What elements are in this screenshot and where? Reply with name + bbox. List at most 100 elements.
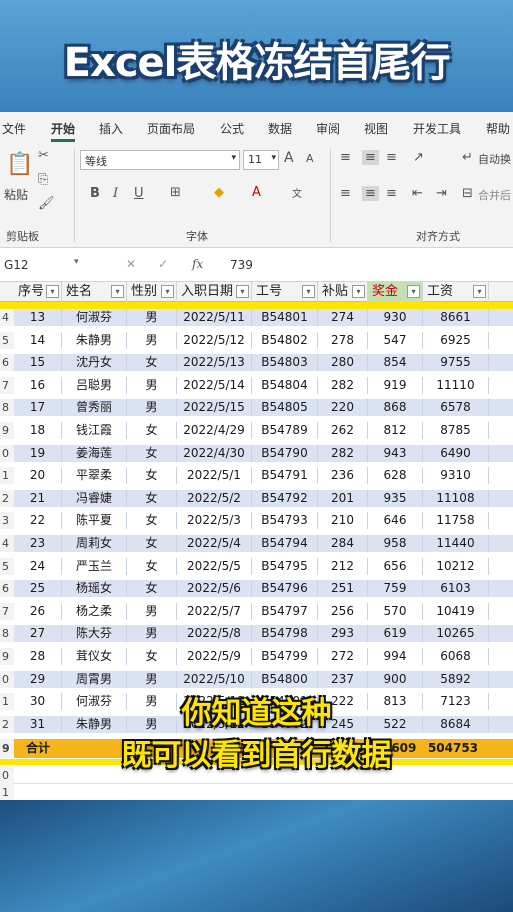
table-cell[interactable]: 943 (368, 444, 423, 462)
row-number[interactable]: 6 (0, 580, 14, 598)
table-cell[interactable]: 女 (127, 354, 177, 372)
align-top-icon[interactable]: ≡ (340, 150, 351, 165)
row-number[interactable]: 1 (0, 784, 14, 801)
table-cell[interactable]: 27 (14, 625, 62, 643)
table-cell[interactable]: 8785 (423, 422, 489, 439)
table-cell[interactable]: 23 (14, 535, 62, 552)
name-box[interactable]: G12 (4, 258, 29, 272)
fill-color-icon[interactable]: ◆ (214, 185, 224, 200)
table-cell[interactable]: 男 (127, 331, 177, 349)
table-cell[interactable]: 女 (127, 512, 177, 530)
copy-icon[interactable]: ⎘ (38, 172, 48, 187)
table-cell[interactable]: 男 (127, 602, 177, 620)
decrease-font-icon[interactable]: A (306, 152, 314, 165)
table-cell[interactable]: 282 (318, 376, 368, 394)
table-cell[interactable]: 930 (368, 309, 423, 326)
table-cell[interactable]: 994 (368, 648, 423, 665)
row-number[interactable]: 5 (0, 557, 14, 575)
table-cell[interactable]: 201 (318, 489, 368, 507)
table-cell[interactable]: 杨瑶女 (62, 580, 127, 598)
table-cell[interactable]: 958 (368, 535, 423, 552)
menu-insert[interactable]: 插入 (99, 120, 123, 137)
table-cell[interactable]: 女 (127, 467, 177, 485)
menu-formulas[interactable]: 公式 (220, 120, 244, 137)
table-cell[interactable]: 男 (127, 309, 177, 326)
chevron-down-icon[interactable]: ▾ (74, 257, 79, 267)
filter-dropdown-icon[interactable]: ▾ (236, 285, 249, 298)
row-number[interactable]: 0 (0, 670, 14, 688)
cut-icon[interactable]: ✂ (38, 148, 49, 163)
menu-home[interactable]: 开始 (51, 120, 75, 137)
column-header[interactable]: 姓名 ▾ (62, 282, 127, 302)
table-cell[interactable]: 570 (368, 602, 423, 620)
table-cell[interactable]: B54800 (252, 670, 318, 688)
table-cell[interactable]: 19 (14, 444, 62, 462)
increase-indent-icon[interactable]: ⇥ (436, 186, 447, 201)
table-cell[interactable]: B54804 (252, 376, 318, 394)
bold-button[interactable]: B (90, 186, 100, 201)
table-cell[interactable]: 20 (14, 467, 62, 485)
row-number[interactable]: 7 (0, 376, 14, 394)
column-header[interactable]: 序号 ▾ (14, 282, 62, 302)
filter-dropdown-icon[interactable]: ▾ (302, 285, 315, 298)
row-number[interactable]: 1 (0, 467, 14, 485)
table-cell[interactable]: 2022/5/6 (177, 580, 252, 598)
row-number[interactable]: 0 (0, 444, 14, 462)
table-cell[interactable]: 8661 (423, 309, 489, 326)
table-cell[interactable]: 262 (318, 422, 368, 439)
column-header[interactable]: 工号 ▾ (252, 282, 318, 302)
table-cell[interactable]: 11110 (423, 376, 489, 394)
table-cell[interactable]: 6068 (423, 648, 489, 665)
cancel-icon[interactable]: ✕ (126, 257, 136, 271)
column-header[interactable]: 性别 ▾ (127, 282, 177, 302)
table-cell[interactable]: B54796 (252, 580, 318, 598)
italic-button[interactable]: I (113, 186, 118, 201)
table-cell[interactable]: 周霄男 (62, 670, 127, 688)
orientation-icon[interactable]: ↗ (413, 150, 424, 165)
table-cell[interactable]: 547 (368, 331, 423, 349)
table-cell[interactable]: 28 (14, 648, 62, 665)
table-cell[interactable]: 272 (318, 648, 368, 665)
table-cell[interactable]: B54792 (252, 489, 318, 507)
table-cell[interactable]: 平翠柔 (62, 467, 127, 485)
table-cell[interactable]: 237 (318, 670, 368, 688)
phonetic-icon[interactable]: 文 (292, 185, 302, 200)
table-cell[interactable]: 11440 (423, 535, 489, 552)
align-right-icon[interactable]: ≡ (386, 186, 397, 201)
table-cell[interactable]: 656 (368, 557, 423, 575)
align-bottom-icon[interactable]: ≡ (386, 150, 397, 165)
table-cell[interactable]: 2022/4/29 (177, 422, 252, 439)
table-cell[interactable]: 姜海莲 (62, 444, 127, 462)
table-cell[interactable]: 2022/5/7 (177, 602, 252, 620)
table-cell[interactable]: 284 (318, 535, 368, 552)
align-middle-icon[interactable]: ≡ (362, 150, 379, 165)
border-icon[interactable]: ⊞ (170, 185, 181, 200)
menu-file[interactable]: 文件 (2, 120, 26, 137)
table-cell[interactable]: 6490 (423, 444, 489, 462)
table-cell[interactable]: 女 (127, 580, 177, 598)
table-cell[interactable]: 周莉女 (62, 535, 127, 552)
table-cell[interactable]: B54801 (252, 309, 318, 326)
table-cell[interactable]: 女 (127, 422, 177, 439)
table-cell[interactable]: B54797 (252, 602, 318, 620)
table-cell[interactable]: 11108 (423, 489, 489, 507)
row-number[interactable]: 8 (0, 625, 14, 643)
confirm-icon[interactable]: ✓ (158, 257, 168, 271)
table-cell[interactable]: 女 (127, 648, 177, 665)
row-number[interactable]: 3 (0, 512, 14, 530)
table-cell[interactable]: 6103 (423, 580, 489, 598)
table-cell[interactable]: 5892 (423, 670, 489, 688)
merge-label[interactable]: 合并后 (478, 187, 511, 203)
table-cell[interactable]: 282 (318, 444, 368, 462)
table-cell[interactable]: 9755 (423, 354, 489, 372)
table-cell[interactable]: 沈丹女 (62, 354, 127, 372)
table-cell[interactable]: 16 (14, 376, 62, 394)
table-cell[interactable]: 812 (368, 422, 423, 439)
table-cell[interactable]: 女 (127, 535, 177, 552)
table-cell[interactable]: B54790 (252, 444, 318, 462)
table-cell[interactable]: B54789 (252, 422, 318, 439)
table-cell[interactable]: 男 (127, 399, 177, 417)
table-cell[interactable]: B54791 (252, 467, 318, 485)
table-cell[interactable]: 11758 (423, 512, 489, 530)
table-cell[interactable]: 29 (14, 670, 62, 688)
